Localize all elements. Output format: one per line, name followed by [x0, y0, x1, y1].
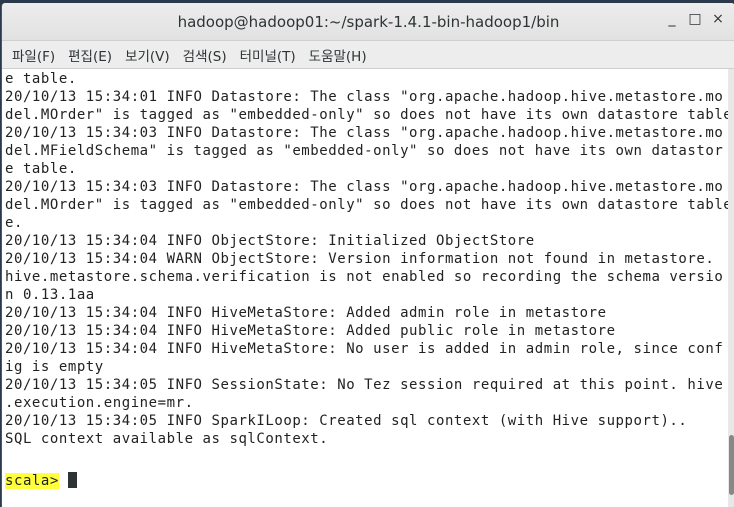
terminal-line: 20/10/13 15:34:04 INFO HiveMetaStore: Ad…	[5, 323, 616, 339]
menu-search[interactable]: 검색(S)	[183, 45, 227, 65]
terminal-line: e table.	[5, 161, 77, 177]
terminal-line: 20/10/13 15:34:05 INFO SparkILoop: Creat…	[5, 413, 688, 429]
terminal-output[interactable]: e table. 20/10/13 15:34:01 INFO Datastore…	[2, 69, 733, 507]
terminal-line: 20/10/13 15:34:05 INFO SessionState: No …	[5, 377, 724, 393]
scrollbar-thumb[interactable]	[729, 435, 734, 495]
menu-bar: 파일(F) 편집(E) 보기(V) 검색(S) 터미널(T) 도움말(H)	[2, 41, 734, 69]
terminal-line: n 0.13.1aa	[5, 287, 95, 303]
terminal-line: 20/10/13 15:34:04 INFO HiveMetaStore: Ad…	[5, 305, 607, 321]
menu-terminal[interactable]: 터미널(T)	[240, 45, 296, 65]
title-bar[interactable]: hadoop@hadoop01:~/spark-1.4.1-bin-hadoop…	[2, 3, 734, 41]
menu-edit[interactable]: 편집(E)	[68, 45, 112, 65]
terminal-line: 20/10/13 15:34:04 INFO ObjectStore: Init…	[5, 233, 535, 249]
terminal-line: del.MFieldSchema" is tagged as "embedded…	[5, 143, 724, 159]
scala-prompt: scala>	[5, 473, 59, 489]
terminal-line: 20/10/13 15:34:03 INFO Datastore: The cl…	[5, 125, 724, 141]
terminal-line: hive.metastore.schema.verification is no…	[5, 269, 724, 285]
maximize-icon[interactable]: □	[685, 11, 705, 27]
menu-help[interactable]: 도움말(H)	[309, 45, 367, 65]
scrollbar[interactable]	[728, 69, 734, 507]
terminal-line: del.MOrder" is tagged as "embedded-only"…	[5, 107, 733, 123]
minimize-icon[interactable]: _	[662, 11, 682, 27]
terminal-line: 20/10/13 15:34:04 INFO HiveMetaStore: No…	[5, 341, 724, 357]
menu-view[interactable]: 보기(V)	[125, 45, 170, 65]
window-title: hadoop@hadoop01:~/spark-1.4.1-bin-hadoop…	[177, 13, 560, 31]
terminal-line: 20/10/13 15:34:01 INFO Datastore: The cl…	[5, 89, 724, 105]
terminal-window: hadoop@hadoop01:~/spark-1.4.1-bin-hadoop…	[1, 3, 734, 507]
close-icon[interactable]: ×	[708, 11, 728, 27]
terminal-line: e.	[5, 215, 23, 231]
cursor	[67, 472, 77, 488]
terminal-line: e table.	[5, 71, 77, 87]
terminal-line: SQL context available as sqlContext.	[5, 431, 329, 447]
prompt-line[interactable]: scala>	[5, 472, 725, 490]
menu-file[interactable]: 파일(F)	[12, 45, 55, 65]
terminal-line: 20/10/13 15:34:03 INFO Datastore: The cl…	[5, 179, 724, 195]
terminal-line: 20/10/13 15:34:04 WARN ObjectStore: Vers…	[5, 251, 715, 267]
terminal-line: ig is empty	[5, 359, 104, 375]
terminal-line: del.MOrder" is tagged as "embedded-only"…	[5, 197, 733, 213]
terminal-line: .execution.engine=mr.	[5, 395, 194, 411]
